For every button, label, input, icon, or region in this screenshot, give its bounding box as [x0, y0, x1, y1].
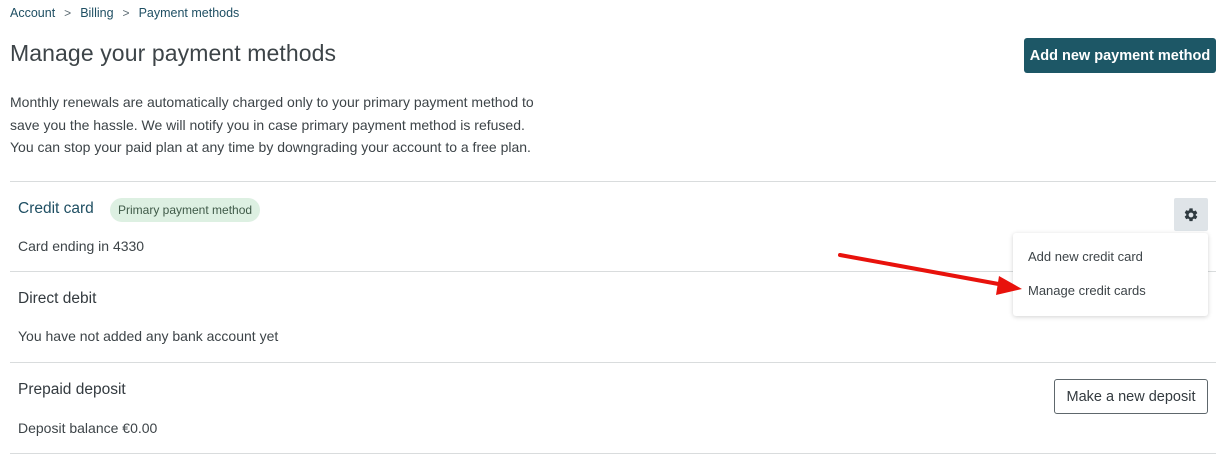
make-deposit-button[interactable]: Make a new deposit	[1054, 379, 1208, 414]
settings-dropdown-menu: Add new credit card Manage credit cards	[1013, 233, 1208, 316]
breadcrumb-billing[interactable]: Billing	[80, 6, 113, 20]
credit-card-title[interactable]: Credit card	[18, 200, 94, 218]
deposit-balance-text: Deposit balance €0.00	[18, 420, 158, 436]
primary-badge: Primary payment method	[110, 198, 261, 222]
gear-icon	[1184, 207, 1198, 221]
card-ending-text: Card ending in 4330	[18, 238, 145, 254]
add-payment-method-button[interactable]: Add new payment method	[1024, 38, 1216, 73]
breadcrumb-account[interactable]: Account	[10, 6, 55, 20]
page-title: Manage your payment methods	[10, 40, 337, 66]
breadcrumb: Account > Billing > Payment methods	[10, 5, 239, 21]
breadcrumb-current: Payment methods	[138, 6, 240, 20]
settings-button[interactable]	[1174, 198, 1208, 231]
intro-text: Monthly renewals are automatically charg…	[10, 94, 534, 155]
prepaid-deposit-title: Prepaid deposit	[18, 381, 126, 398]
divider	[10, 453, 1216, 454]
breadcrumb-separator: >	[122, 6, 130, 20]
menu-item-manage-credit-cards[interactable]: Manage credit cards	[1028, 283, 1146, 298]
direct-debit-title: Direct debit	[18, 290, 97, 307]
breadcrumb-separator: >	[64, 6, 72, 20]
direct-debit-empty-text: You have not added any bank account yet	[18, 328, 279, 344]
prepaid-deposit-section: Prepaid deposit Deposit balance €0.00	[10, 363, 1216, 453]
menu-item-add-credit-card[interactable]: Add new credit card	[1028, 249, 1143, 264]
